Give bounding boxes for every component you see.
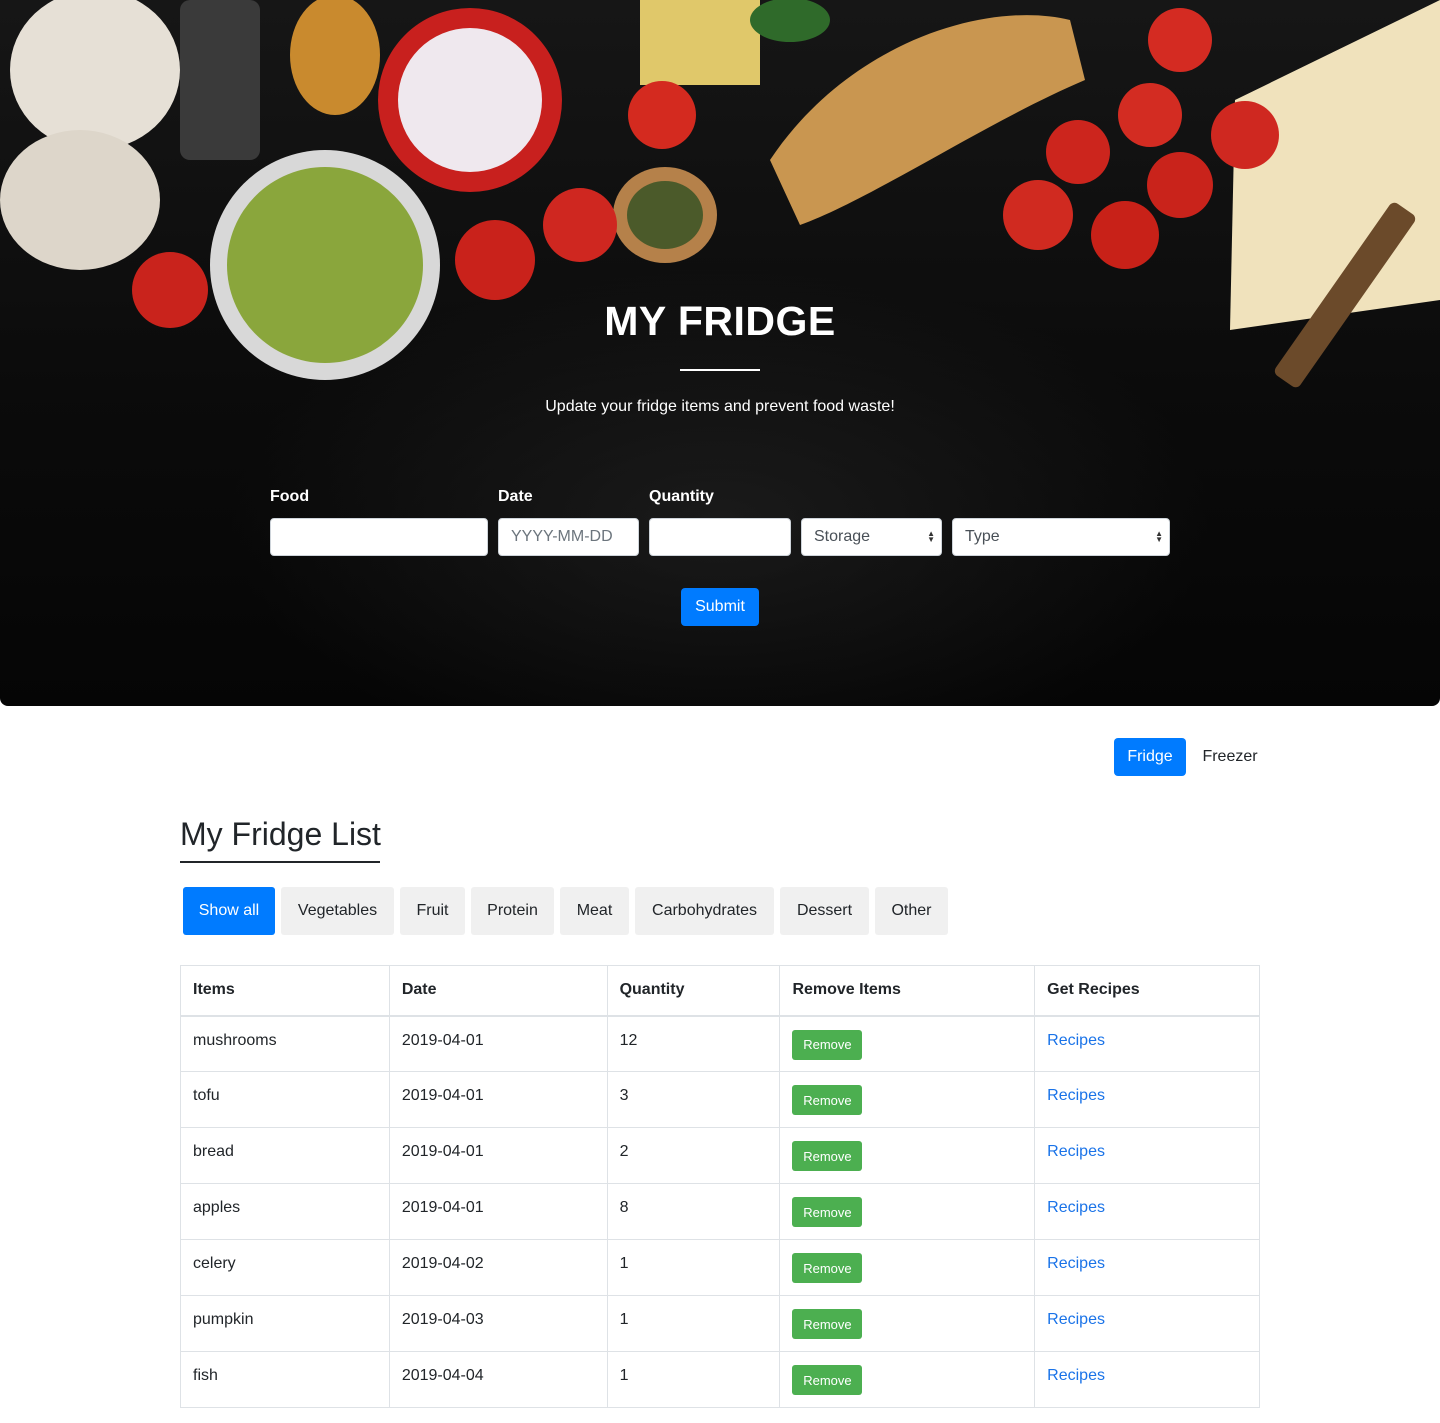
recipes-link[interactable]: Recipes — [1047, 1311, 1105, 1328]
page-subtitle: Update your fridge items and prevent foo… — [545, 398, 895, 415]
item-name: pumpkin — [180, 1295, 390, 1352]
remove-button[interactable]: Remove — [792, 1029, 863, 1060]
item-name: celery — [180, 1239, 390, 1296]
remove-button[interactable]: Remove — [792, 1197, 863, 1227]
hero-banner: MY FRIDGE Update your fridge items and p… — [0, 0, 1440, 706]
remove-button[interactable]: Remove — [792, 1141, 863, 1171]
item-name: fish — [180, 1351, 390, 1408]
item-quantity: 3 — [606, 1071, 781, 1128]
title-divider — [680, 369, 760, 371]
item-quantity: 2 — [606, 1127, 781, 1184]
select-arrows-icon: ▲ ▼ — [927, 529, 935, 544]
remove-button[interactable]: Remove — [792, 1309, 863, 1339]
recipes-link[interactable]: Recipes — [1047, 1032, 1105, 1049]
item-name: bread — [180, 1127, 390, 1184]
page-title: MY FRIDGE — [604, 298, 836, 344]
quantity-input[interactable] — [649, 518, 791, 556]
recipes-link[interactable]: Recipes — [1047, 1367, 1105, 1384]
date-input[interactable]: YYYY-MM-DD — [498, 518, 639, 556]
item-date: 2019-04-01 — [388, 1183, 608, 1240]
recipes-link[interactable]: Recipes — [1047, 1143, 1105, 1160]
tab-freezer[interactable]: Freezer — [1194, 738, 1266, 776]
item-quantity: 1 — [606, 1239, 781, 1296]
remove-button[interactable]: Remove — [792, 1253, 863, 1283]
list-title-underline — [180, 861, 380, 863]
storage-select-value: Storage — [814, 528, 871, 545]
column-header-items: Items — [180, 965, 390, 1017]
select-arrows-icon: ▲ ▼ — [1155, 529, 1163, 544]
remove-button[interactable]: Remove — [792, 1365, 863, 1395]
table-row: celery 2019-04-02 1 Remove Recipes — [180, 1239, 1260, 1296]
remove-button[interactable]: Remove — [792, 1085, 863, 1115]
item-quantity: 8 — [606, 1183, 781, 1240]
table-row: bread 2019-04-01 2 Remove Recipes — [180, 1127, 1260, 1184]
food-label: Food — [270, 488, 310, 505]
filter-carbohydrates[interactable]: Carbohydrates — [635, 887, 774, 935]
item-quantity: 12 — [606, 1015, 781, 1072]
table-row: mushrooms 2019-04-01 12 Remove Recipes — [180, 1015, 1260, 1072]
recipes-link[interactable]: Recipes — [1047, 1255, 1105, 1272]
filter-fruit[interactable]: Fruit — [400, 887, 465, 935]
item-name: mushrooms — [180, 1015, 390, 1072]
item-date: 2019-04-02 — [388, 1239, 608, 1296]
food-input[interactable] — [270, 518, 488, 556]
table-row: pumpkin 2019-04-03 1 Remove Recipes — [180, 1295, 1260, 1352]
fridge-items-table: Items Date Quantity Remove Items Get Rec… — [180, 965, 1260, 1408]
submit-button[interactable]: Submit — [681, 588, 759, 626]
filter-vegetables[interactable]: Vegetables — [281, 887, 394, 935]
item-date: 2019-04-03 — [388, 1295, 608, 1352]
item-date: 2019-04-01 — [388, 1127, 608, 1184]
recipes-link[interactable]: Recipes — [1047, 1087, 1105, 1104]
type-select-value: Type — [965, 528, 1000, 545]
filter-other[interactable]: Other — [875, 887, 948, 935]
filter-show-all[interactable]: Show all — [183, 887, 275, 935]
column-header-quantity: Quantity — [606, 965, 781, 1017]
item-name: apples — [180, 1183, 390, 1240]
filter-protein[interactable]: Protein — [471, 887, 554, 935]
item-quantity: 1 — [606, 1295, 781, 1352]
table-row: fish 2019-04-04 1 Remove Recipes — [180, 1351, 1260, 1408]
item-date: 2019-04-04 — [388, 1351, 608, 1408]
item-date: 2019-04-01 — [388, 1015, 608, 1072]
item-name: tofu — [180, 1071, 390, 1128]
table-header-row: Items Date Quantity Remove Items Get Rec… — [180, 965, 1260, 1017]
type-select[interactable]: Type ▲ ▼ — [952, 518, 1170, 556]
recipes-link[interactable]: Recipes — [1047, 1199, 1105, 1216]
table-row: apples 2019-04-01 8 Remove Recipes — [180, 1183, 1260, 1240]
item-quantity: 1 — [606, 1351, 781, 1408]
date-label: Date — [498, 488, 533, 505]
filter-dessert[interactable]: Dessert — [780, 887, 869, 935]
tab-fridge[interactable]: Fridge — [1114, 738, 1186, 776]
column-header-remove: Remove Items — [779, 965, 1036, 1017]
list-title: My Fridge List — [180, 816, 381, 852]
column-header-date: Date — [388, 965, 608, 1017]
quantity-label: Quantity — [649, 488, 714, 505]
column-header-recipes: Get Recipes — [1034, 965, 1260, 1017]
filter-meat[interactable]: Meat — [560, 887, 629, 935]
table-row: tofu 2019-04-01 3 Remove Recipes — [180, 1071, 1260, 1128]
item-date: 2019-04-01 — [388, 1071, 608, 1128]
date-placeholder: YYYY-MM-DD — [511, 528, 613, 545]
storage-select[interactable]: Storage ▲ ▼ — [801, 518, 942, 556]
